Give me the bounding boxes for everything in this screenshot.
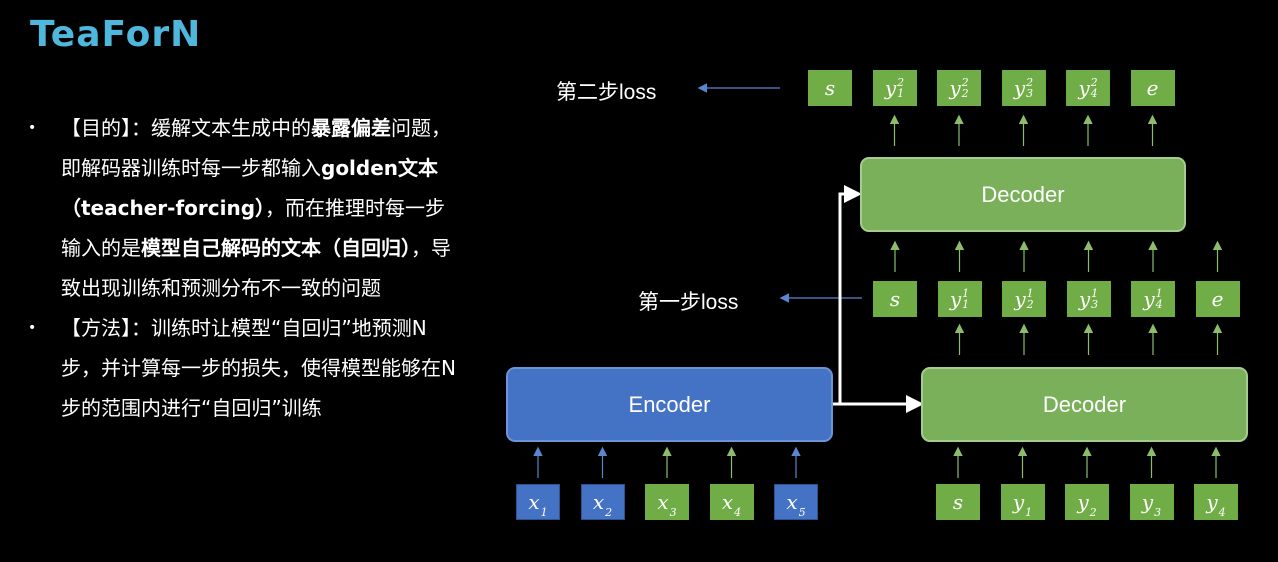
token-indices: 11 bbox=[962, 288, 969, 310]
encoder-to-decoder2-arrow bbox=[838, 185, 862, 404]
token-base: y bbox=[1012, 490, 1025, 514]
token-base: x bbox=[528, 490, 540, 514]
token-base: x bbox=[721, 490, 734, 514]
token-base: y bbox=[1013, 76, 1026, 100]
decoder2-output-token: y24 bbox=[1066, 70, 1110, 106]
token-indices: 3 bbox=[1154, 496, 1161, 518]
loss2-label: 第二步loss bbox=[556, 81, 657, 104]
token-base: s bbox=[889, 287, 901, 311]
token-indices: 13 bbox=[1091, 288, 1098, 310]
decoder2-output-token: s bbox=[808, 70, 852, 106]
encoder-input-token: x 3 bbox=[645, 484, 689, 520]
decoder2-output-token: y21 bbox=[872, 70, 917, 106]
decoder2-output-token: y23 bbox=[1001, 70, 1046, 106]
decoder1-output-token: y11 bbox=[937, 281, 982, 317]
token-base: x bbox=[592, 490, 605, 514]
token-base: y bbox=[1077, 490, 1089, 514]
token-subscript: 1 bbox=[1025, 506, 1033, 519]
token-base: s bbox=[824, 76, 836, 100]
token-indices: 1 bbox=[1025, 496, 1032, 518]
token-subscript: 4 bbox=[734, 506, 742, 519]
token-subscript: 3 bbox=[1091, 298, 1099, 311]
decoder1-input-token: y 2 bbox=[1065, 484, 1109, 520]
token-base: s bbox=[952, 490, 964, 514]
decoder1-output-token: s bbox=[873, 281, 917, 317]
decoder1-output-token: e bbox=[1195, 281, 1240, 317]
token-base: x bbox=[657, 490, 669, 514]
decoder1-output-token: y12 bbox=[1002, 281, 1046, 317]
encoder-input-token: x 1 bbox=[516, 484, 560, 520]
token-indices: 4 bbox=[1219, 496, 1226, 518]
token-subscript: 1 bbox=[897, 87, 905, 100]
token-base: y bbox=[949, 287, 962, 311]
token-base: y bbox=[884, 76, 897, 100]
decoder1-input-token: y 1 bbox=[1000, 484, 1045, 520]
token-subscript: 4 bbox=[1155, 298, 1163, 311]
encoder-input-token: x 4 bbox=[709, 484, 754, 520]
token-subscript: 2 bbox=[1026, 298, 1034, 311]
token-base: y bbox=[1206, 490, 1218, 514]
decoder-block-2: Decoder bbox=[860, 157, 1186, 232]
token-indices: 1 bbox=[541, 496, 548, 518]
token-indices: 22 bbox=[962, 77, 969, 99]
token-indices: 2 bbox=[1090, 496, 1097, 518]
token-indices: 23 bbox=[1026, 77, 1033, 99]
token-subscript: 4 bbox=[1090, 87, 1098, 100]
token-base: x bbox=[786, 490, 798, 514]
token-base: y bbox=[949, 76, 961, 100]
token-indices: 14 bbox=[1156, 288, 1163, 310]
decoder1-output-token: y13 bbox=[1066, 281, 1111, 317]
decoder-block-1: Decoder bbox=[921, 367, 1248, 442]
token-base: y bbox=[1014, 287, 1026, 311]
token-base: e bbox=[1146, 76, 1159, 100]
token-indices: 4 bbox=[734, 496, 741, 518]
token-subscript: 3 bbox=[1154, 506, 1162, 519]
decoder1-input-token: y 3 bbox=[1129, 484, 1174, 520]
decoder2-output-token: y22 bbox=[937, 70, 981, 106]
encoder-block: Encoder bbox=[506, 367, 833, 442]
token-indices: 12 bbox=[1027, 288, 1034, 310]
decoder1-output-token: y14 bbox=[1131, 281, 1175, 317]
token-base: y bbox=[1078, 76, 1090, 100]
token-base: y bbox=[1141, 490, 1154, 514]
decoder1-input-token: s bbox=[936, 484, 980, 520]
token-indices: 3 bbox=[670, 496, 677, 518]
token-indices: 24 bbox=[1091, 77, 1098, 99]
token-base: y bbox=[1143, 287, 1155, 311]
encoder-input-token: x 5 bbox=[774, 484, 818, 520]
token-subscript: 5 bbox=[798, 506, 806, 519]
token-base: e bbox=[1211, 287, 1224, 311]
encoder-input-token: x 2 bbox=[580, 484, 625, 520]
loss1-label: 第一步loss bbox=[638, 291, 739, 314]
token-subscript: 2 bbox=[1089, 506, 1097, 519]
token-indices: 2 bbox=[605, 496, 612, 518]
token-subscript: 3 bbox=[1026, 87, 1034, 100]
token-base: y bbox=[1078, 287, 1091, 311]
token-subscript: 2 bbox=[961, 87, 969, 100]
token-subscript: 1 bbox=[540, 506, 548, 519]
decoder2-output-token: e bbox=[1130, 70, 1175, 106]
token-indices: 5 bbox=[799, 496, 806, 518]
decoder1-input-token: y 4 bbox=[1194, 484, 1238, 520]
token-indices: 21 bbox=[897, 77, 904, 99]
token-subscript: 2 bbox=[605, 506, 613, 519]
token-subscript: 1 bbox=[962, 298, 970, 311]
token-subscript: 3 bbox=[669, 506, 677, 519]
token-subscript: 4 bbox=[1218, 506, 1226, 519]
